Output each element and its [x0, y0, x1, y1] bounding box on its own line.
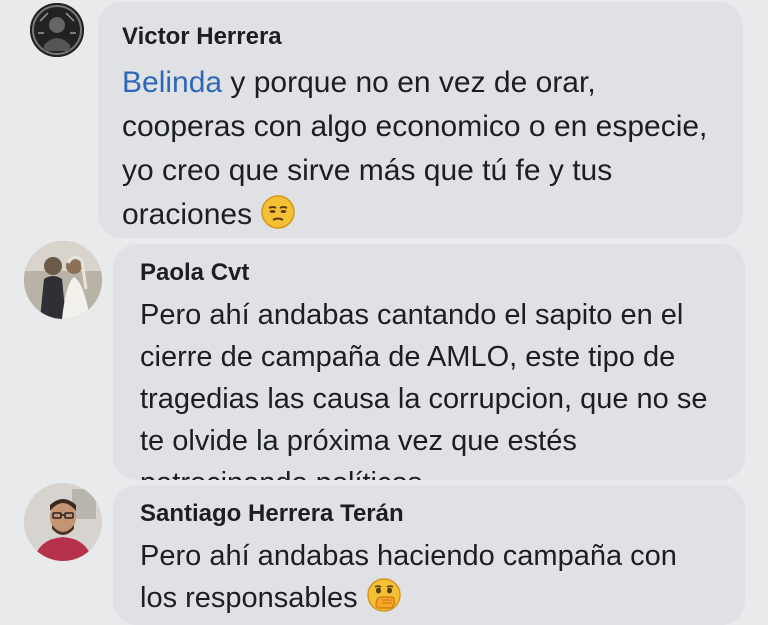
face-with-hand-over-mouth-icon — [366, 577, 402, 625]
comment-bubble: Victor Herrera Belinda y porque no en ve… — [98, 2, 743, 238]
avatar[interactable] — [24, 483, 102, 561]
comment-text: Pero ahí andabas haciendo campaña con lo… — [140, 535, 721, 625]
comment-text: Belinda y porque no en vez de orar, coop… — [122, 61, 721, 238]
comment-bubble: Paola Cvt Pero ahí andabas cantando el s… — [113, 244, 745, 480]
mention-link[interactable]: Belinda — [122, 66, 222, 99]
avatar-wedding-couple-icon — [24, 241, 102, 319]
comment-text: Pero ahí andabas cantando el sapito en e… — [140, 299, 708, 480]
comment-bubble: Santiago Herrera Terán Pero ahí andabas … — [113, 485, 745, 625]
comment-author[interactable]: Paola Cvt — [140, 257, 721, 289]
comment-victor-herrera: Victor Herrera Belinda y porque no en ve… — [0, 0, 768, 240]
avatar-dark-figure-icon — [30, 3, 84, 57]
unamused-face-icon — [260, 194, 296, 238]
comment-author[interactable]: Santiago Herrera Terán — [140, 498, 721, 530]
comment-santiago-herrera-teran: Santiago Herrera Terán Pero ahí andabas … — [0, 480, 768, 625]
avatar[interactable] — [30, 3, 84, 57]
comment-author[interactable]: Victor Herrera — [122, 20, 721, 54]
avatar[interactable] — [24, 241, 102, 319]
comment-paola-cvt: Paola Cvt Pero ahí andabas cantando el s… — [0, 240, 768, 480]
avatar-man-glasses-icon — [24, 483, 102, 561]
comment-text-content: Pero ahí andabas haciendo campaña con lo… — [140, 540, 677, 614]
